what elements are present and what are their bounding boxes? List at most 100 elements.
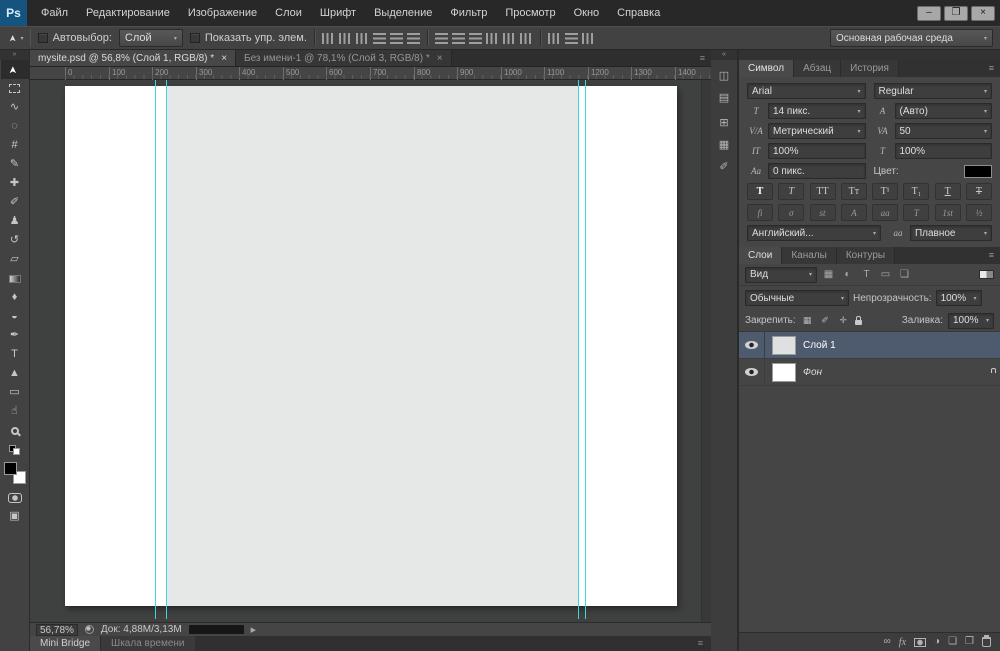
menu-edit[interactable]: Редактирование (77, 0, 179, 26)
align-top-edges-icon[interactable] (321, 32, 335, 44)
canvas-area[interactable] (30, 80, 711, 622)
collapsed-panel-icon-2[interactable]: ▤ (713, 88, 735, 107)
menu-window[interactable]: Окно (565, 0, 609, 26)
faux-bold-button[interactable]: T (747, 183, 773, 200)
eyedropper-tool[interactable]: ✎ (1, 155, 29, 174)
tab-paragraph[interactable]: Абзац (794, 60, 842, 77)
menu-help[interactable]: Справка (608, 0, 669, 26)
checkbox-icon[interactable] (189, 33, 200, 43)
layer-thumbnail[interactable] (772, 335, 796, 355)
toggle-3d-icon[interactable] (581, 32, 595, 44)
maximize-button[interactable]: ❐ (944, 5, 968, 21)
adjustment-layer-icon[interactable]: ◑ (934, 637, 940, 647)
menu-select[interactable]: Выделение (365, 0, 441, 26)
distribute-horizontal-centers-icon[interactable] (502, 32, 516, 44)
tab-character[interactable]: Символ (739, 60, 795, 77)
filter-pixel-layers-icon[interactable]: ▦ (821, 269, 836, 280)
fill-field[interactable]: 100% ▾ (948, 312, 994, 329)
visibility-toggle[interactable] (739, 332, 765, 358)
delete-layer-icon[interactable] (982, 635, 991, 647)
blur-tool[interactable]: ♦ (1, 288, 29, 307)
collapsed-panel-icon-5[interactable]: ✐ (713, 157, 735, 176)
small-caps-button[interactable]: Tт (840, 183, 867, 200)
superscript-button[interactable]: T¹ (872, 183, 899, 200)
collapsed-panel-icon-1[interactable]: ◫ (713, 66, 735, 85)
align-bottom-edges-icon[interactable] (355, 32, 369, 44)
titling-alternates-button[interactable]: T (903, 204, 930, 221)
timeline-tab[interactable]: Шкала времени (100, 636, 195, 651)
filter-shape-layers-icon[interactable]: ▭ (878, 269, 893, 280)
subscript-button[interactable]: T₁ (903, 183, 930, 200)
swash-button[interactable]: A (840, 204, 867, 221)
distribute-top-edges-icon[interactable] (434, 32, 448, 44)
close-button[interactable]: × (971, 5, 995, 21)
autoselect-target-dropdown[interactable]: Слой ▾ (118, 29, 183, 47)
show-transform-controls-checkbox[interactable]: Показать упр. элем. (189, 32, 307, 44)
guide[interactable] (166, 80, 167, 619)
pen-tool[interactable]: ✒ (1, 326, 29, 345)
color-swatches[interactable] (3, 462, 27, 484)
marquee-tool[interactable] (1, 79, 29, 98)
tab-layers[interactable]: Слои (739, 247, 783, 264)
panel-menu-icon[interactable]: ≡ (698, 636, 711, 651)
layer-row-background[interactable]: Фон (739, 359, 1000, 386)
stylistic-alternates-button[interactable]: aa (872, 204, 899, 221)
lock-pixels-icon[interactable]: ✐ (819, 315, 832, 326)
current-tool-preset[interactable]: ➤ ▾ (7, 29, 31, 47)
horizontal-scale-field[interactable]: 100% (894, 143, 992, 159)
ligatures-button[interactable]: fi (747, 204, 773, 221)
filter-adjustment-layers-icon[interactable]: ◐ (840, 269, 855, 280)
minimize-button[interactable]: – (917, 5, 941, 21)
menu-view[interactable]: Просмотр (496, 0, 564, 26)
quick-mask-button[interactable] (1, 488, 29, 507)
tab-history[interactable]: История (841, 60, 899, 77)
ordinals-button[interactable]: 1st (934, 204, 961, 221)
gradient-tool[interactable] (1, 269, 29, 288)
align-left-edges-icon[interactable] (372, 32, 386, 44)
contextual-alternates-button[interactable]: σ (778, 204, 805, 221)
lock-position-icon[interactable]: ✛ (837, 315, 850, 326)
baseline-shift-field[interactable]: 0 пикс. (768, 163, 866, 179)
strikethrough-button[interactable]: T (965, 183, 992, 200)
collapsed-panel-icon-4[interactable]: ▦ (713, 135, 735, 154)
panel-menu-icon[interactable]: ≡ (989, 247, 1000, 264)
layer-thumbnail[interactable] (772, 362, 796, 382)
text-color-swatch[interactable] (964, 164, 992, 178)
menu-type[interactable]: Шрифт (311, 0, 365, 26)
quick-selection-tool[interactable]: ◌ (1, 117, 29, 136)
close-icon[interactable]: × (221, 53, 227, 64)
lock-transparency-icon[interactable]: ▦ (801, 315, 814, 326)
font-size-field[interactable]: 14 пикс. ▾ (768, 103, 866, 119)
align-right-edges-icon[interactable] (406, 32, 420, 44)
collapsed-panel-icon-3[interactable]: ⊞ (713, 113, 735, 132)
menu-filter[interactable]: Фильтр (441, 0, 496, 26)
move-tool[interactable]: ➤ (0, 60, 29, 79)
healing-brush-tool[interactable]: ✚ (1, 174, 29, 193)
history-brush-tool[interactable]: ↺ (1, 231, 29, 250)
align-horizontal-centers-icon[interactable] (389, 32, 403, 44)
distribute-spacing-icon[interactable] (547, 32, 561, 44)
tracking-field[interactable]: 50 ▾ (894, 123, 992, 139)
fractions-button[interactable]: ½ (965, 204, 992, 221)
page-content-region[interactable] (166, 86, 578, 606)
link-layers-icon[interactable]: ∞ (884, 637, 891, 647)
mini-bridge-tab[interactable]: Mini Bridge (30, 636, 101, 651)
menu-image[interactable]: Изображение (179, 0, 266, 26)
document-tab-untitled[interactable]: Без имени-1 @ 78,1% (Слой 3, RGB/8) * × (236, 50, 452, 66)
close-icon[interactable]: × (437, 53, 443, 64)
layer-name[interactable]: Слой 1 (803, 340, 836, 351)
type-tool[interactable]: T (1, 345, 29, 364)
all-caps-button[interactable]: TT (809, 183, 836, 200)
vertical-scale-field[interactable]: 100% (768, 143, 866, 159)
panel-menu-icon[interactable]: ≡ (989, 60, 1000, 77)
filter-kind-dropdown[interactable]: Вид ▾ (745, 266, 817, 283)
distribute-bottom-edges-icon[interactable] (468, 32, 482, 44)
vertical-scrollbar[interactable] (701, 80, 711, 622)
hand-tool[interactable]: ☝ (1, 402, 29, 421)
checkbox-icon[interactable] (37, 33, 48, 43)
path-selection-tool[interactable]: ▲ (1, 364, 29, 383)
filter-smart-objects-icon[interactable]: ❏ (897, 269, 912, 280)
filter-type-layers-icon[interactable]: T (859, 269, 874, 280)
workspace-dropdown[interactable]: Основная рабочая среда ▾ (830, 29, 993, 47)
distribute-left-edges-icon[interactable] (485, 32, 499, 44)
